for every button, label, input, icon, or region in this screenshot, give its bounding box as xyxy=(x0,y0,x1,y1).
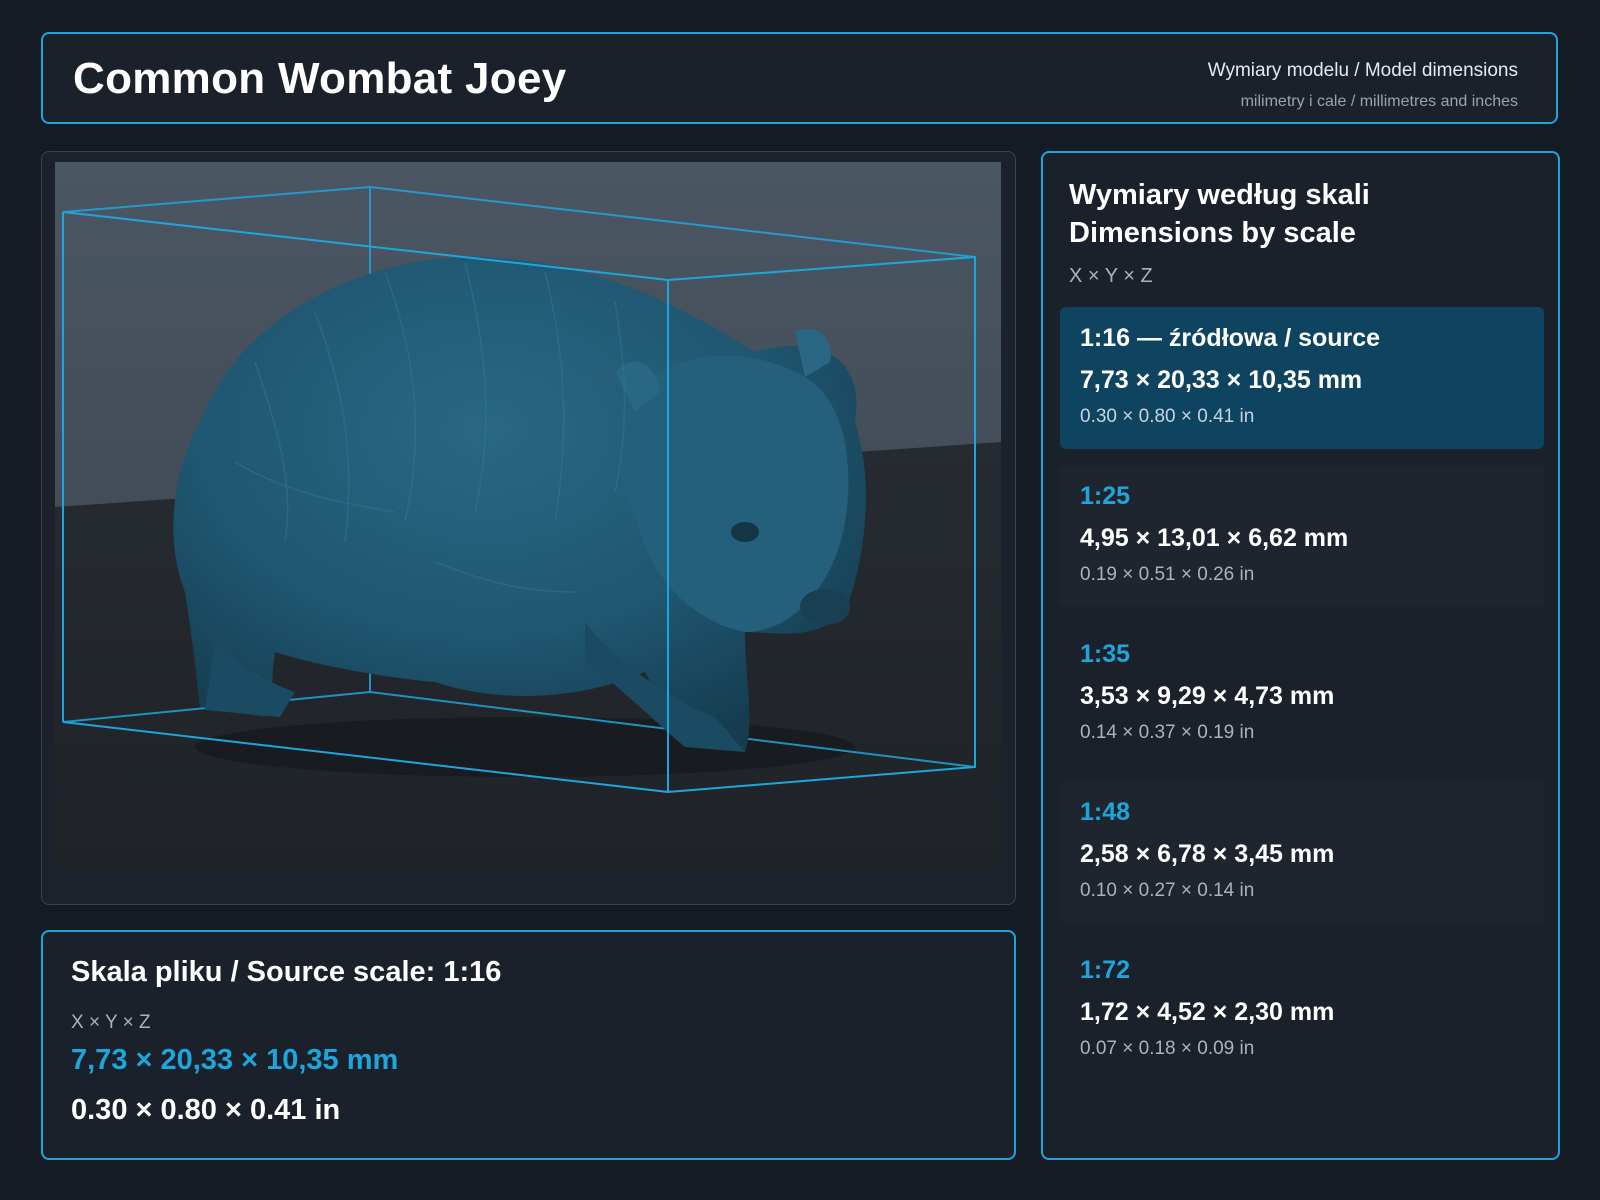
scale-mm: 4,95 × 13,01 × 6,62 mm xyxy=(1080,524,1349,552)
scale-row-1-25[interactable]: 1:25 4,95 × 13,01 × 6,62 mm 0.19 × 0.51 … xyxy=(1060,465,1544,607)
scales-panel-title-pl: Wymiary według skali xyxy=(1069,179,1370,211)
scale-inches: 0.10 × 0.27 × 0.14 in xyxy=(1080,880,1255,901)
header-bar: Common Wombat Joey Wymiary modelu / Mode… xyxy=(41,32,1558,124)
page-title: Common Wombat Joey xyxy=(73,54,567,103)
scales-axis-label: X × Y × Z xyxy=(1069,265,1153,287)
scale-label: 1:25 xyxy=(1080,482,1131,510)
scale-label: 1:16 — źródłowa / source xyxy=(1080,324,1381,352)
source-axis-label: X × Y × Z xyxy=(71,1012,151,1033)
scale-mm: 3,53 × 9,29 × 4,73 mm xyxy=(1080,682,1335,710)
source-scale-card: Skala pliku / Source scale: 1:16 X × Y ×… xyxy=(41,930,1016,1160)
source-mm-dimensions: 7,73 × 20,33 × 10,35 mm xyxy=(71,1044,399,1076)
scale-label: 1:35 xyxy=(1080,640,1131,668)
model-viewer[interactable] xyxy=(41,151,1016,905)
scale-label: 1:48 xyxy=(1080,798,1131,826)
scale-inches: 0.07 × 0.18 × 0.09 in xyxy=(1080,1038,1255,1059)
scale-inches: 0.19 × 0.51 × 0.26 in xyxy=(1080,564,1255,585)
scale-mm: 7,73 × 20,33 × 10,35 mm xyxy=(1080,366,1363,394)
source-scale-heading: Skala pliku / Source scale: 1:16 xyxy=(71,956,502,988)
scale-row-1-16[interactable]: 1:16 — źródłowa / source 7,73 × 20,33 × … xyxy=(1060,307,1544,449)
scale-row-1-72[interactable]: 1:72 1,72 × 4,52 × 2,30 mm 0.07 × 0.18 ×… xyxy=(1060,939,1544,1081)
scale-inches: 0.30 × 0.80 × 0.41 in xyxy=(1080,406,1255,427)
scales-panel: Wymiary według skali Dimensions by scale… xyxy=(1041,151,1560,1160)
scale-row-1-48[interactable]: 1:48 2,58 × 6,78 × 3,45 mm 0.10 × 0.27 ×… xyxy=(1060,781,1544,923)
model-render xyxy=(55,162,1001,870)
header-subtitle: Wymiary modelu / Model dimensions xyxy=(1207,60,1518,81)
source-inch-dimensions: 0.30 × 0.80 × 0.41 in xyxy=(71,1094,341,1126)
scale-inches: 0.14 × 0.37 × 0.19 in xyxy=(1080,722,1255,743)
scale-mm: 2,58 × 6,78 × 3,45 mm xyxy=(1080,840,1335,868)
shadow xyxy=(195,717,855,777)
scale-mm: 1,72 × 4,52 × 2,30 mm xyxy=(1080,998,1335,1026)
header-units-note: milimetry i cale / millimetres and inche… xyxy=(1240,93,1518,110)
scales-panel-title-en: Dimensions by scale xyxy=(1069,217,1356,249)
scale-row-1-35[interactable]: 1:35 3,53 × 9,29 × 4,73 mm 0.14 × 0.37 ×… xyxy=(1060,623,1544,765)
scale-label: 1:72 xyxy=(1080,956,1131,984)
